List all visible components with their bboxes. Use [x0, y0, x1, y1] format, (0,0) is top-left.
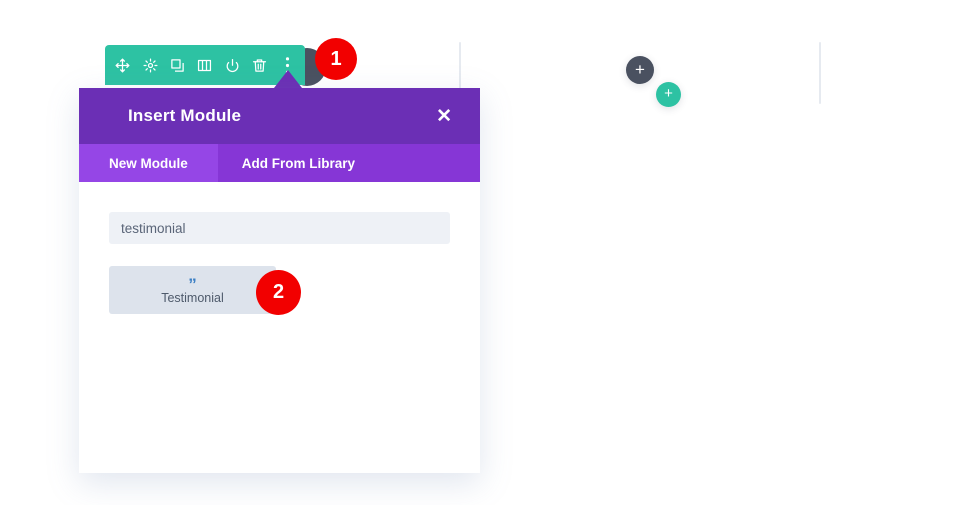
step-badge-2: 2	[256, 270, 301, 315]
module-card-label: Testimonial	[161, 290, 224, 305]
tab-label: Add From Library	[241, 155, 356, 171]
modal-pointer-arrow	[274, 70, 302, 88]
tab-add-from-library[interactable]: Add From Library	[218, 144, 379, 182]
move-icon[interactable]	[112, 53, 134, 77]
gear-icon[interactable]	[139, 53, 161, 77]
step-badge-number: 1	[330, 47, 342, 70]
quote-icon: ”	[188, 274, 197, 294]
step-badge-number: 2	[272, 281, 285, 303]
add-row-button[interactable]: +	[656, 82, 681, 107]
modal-header: Insert Module ✕	[79, 88, 480, 144]
plus-icon: +	[635, 59, 645, 79]
search-input[interactable]	[109, 212, 450, 244]
modal-tab-bar: New Module Add From Library	[79, 144, 480, 182]
page-canvas: + + Insert Module ✕ New Module Add From …	[0, 0, 961, 505]
tab-label: New Module	[109, 155, 188, 171]
plus-icon: +	[664, 85, 673, 102]
module-card-testimonial[interactable]: ” Testimonial	[109, 266, 276, 314]
tab-new-module[interactable]: New Module	[79, 144, 218, 182]
add-section-button[interactable]: +	[626, 56, 654, 84]
step-badge-1: 1	[315, 38, 357, 80]
page-title: Insert Module	[128, 106, 242, 125]
column-divider-right	[819, 42, 821, 104]
duplicate-icon[interactable]	[167, 53, 189, 77]
close-icon[interactable]: ✕	[432, 103, 456, 130]
trash-icon[interactable]	[249, 53, 271, 77]
columns-icon[interactable]	[194, 53, 216, 77]
power-icon[interactable]	[221, 53, 243, 77]
